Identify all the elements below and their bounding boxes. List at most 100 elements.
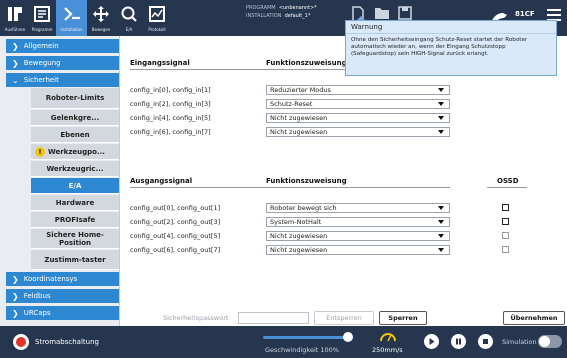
move-tab[interactable]: Bewegen xyxy=(88,0,114,36)
select-value: Nicht zugewiesen xyxy=(270,246,328,254)
sidebar-item-zustimmtaster[interactable]: Zustimm-taster xyxy=(31,250,119,270)
sidebar-item-sichere-home-position[interactable]: Sichere Home-Position xyxy=(31,229,119,249)
play-icon xyxy=(429,338,435,345)
input-signal-label: config_in[6], config_in[7] xyxy=(130,128,211,136)
tool-speed-value: 250mm/s xyxy=(372,346,403,354)
input-signal-label: config_in[0], config_in[1] xyxy=(130,86,211,94)
tooltip-text: Ohne den Sicherheitseingang Schutz-Reset… xyxy=(351,37,528,57)
sidebar: ❯ Allgemein ❯ Bewegung ⌄ Sicherheit Robo… xyxy=(0,36,120,326)
dropdown-arrow-icon xyxy=(438,116,444,120)
select-value: Schutz-Reset xyxy=(270,100,313,108)
input-function-select[interactable]: Nicht zugewiesen xyxy=(266,113,450,123)
sidebar-item-allgemein[interactable]: ❯ Allgemein xyxy=(6,39,119,53)
sidebar-item-label: Bewegung xyxy=(23,59,61,67)
installation-label: INSTALLATION xyxy=(246,13,282,19)
sidebar-item-ea[interactable]: E/A xyxy=(31,178,119,194)
sidebar-item-bewegung[interactable]: ❯ Bewegung xyxy=(6,56,119,70)
log-tab[interactable]: Protokoll xyxy=(144,0,170,36)
select-value: Nicht zugewiesen xyxy=(270,232,328,240)
speed-slider-handle[interactable] xyxy=(343,332,353,342)
io-tab[interactable]: E/A xyxy=(116,0,142,36)
sidebar-item-hardware[interactable]: Hardware xyxy=(31,195,119,211)
program-label: PROGRAMM xyxy=(246,5,276,11)
chevron-right-icon: ❯ xyxy=(12,308,19,318)
input-function-header: Funktionszuweisung xyxy=(266,59,347,67)
sidebar-item-label: Sicherheit xyxy=(23,76,59,84)
output-function-select[interactable]: Roboter bewegt sich xyxy=(266,203,450,213)
chevron-down-icon: ⌄ xyxy=(12,75,19,85)
io-icon xyxy=(118,3,140,25)
step-icon xyxy=(456,338,461,345)
output-function-select[interactable]: System-NotHalt xyxy=(266,217,450,227)
lock-button[interactable]: Sperren xyxy=(379,311,427,325)
warning-tooltip: Warnung Ohne den Sicherheitseingang Schu… xyxy=(345,16,557,76)
unlock-button[interactable]: Entsperren xyxy=(314,311,374,325)
input-function-select[interactable]: Schutz-Reset xyxy=(266,99,450,109)
password-input[interactable] xyxy=(238,312,309,324)
sidebar-item-feldbus[interactable]: ❯ Feldbus xyxy=(6,289,119,303)
sidebar-item-label: PROFIsafe xyxy=(54,215,96,224)
ossd-checkbox[interactable] xyxy=(502,204,509,211)
run-tab[interactable]: Ausführen xyxy=(2,0,28,36)
password-label: Sicherheitspasswort xyxy=(163,314,229,322)
sidebar-item-sicherheit[interactable]: ⌄ Sicherheit xyxy=(6,73,119,87)
sidebar-item-label: Roboter-Limits xyxy=(45,94,105,102)
log-tab-label: Protokoll xyxy=(148,27,166,32)
stop-icon xyxy=(483,339,488,344)
sidebar-item-label: Werkzeugpo... xyxy=(48,147,105,156)
installation-tab[interactable]: Installation xyxy=(56,0,87,36)
sidebar-item-roboter-limits[interactable]: Roboter-Limits xyxy=(31,88,119,109)
sidebar-item-werkzeugposition[interactable]: ! Werkzeugpo... xyxy=(31,144,119,160)
input-signal-header: Eingangssignal xyxy=(130,59,190,67)
sidebar-item-gelenkgrenzen[interactable]: Gelenkgre... xyxy=(31,110,119,126)
footer: Stromabschaltung Geschwindigkeit 100% 25… xyxy=(0,326,567,358)
output-function-select[interactable]: Nicht zugewiesen xyxy=(266,245,450,255)
dropdown-arrow-icon xyxy=(438,220,444,224)
ossd-checkbox[interactable] xyxy=(502,232,509,239)
run-icon xyxy=(4,3,26,25)
dropdown-arrow-icon xyxy=(438,102,444,106)
tooltip-pointer xyxy=(356,16,366,21)
sidebar-item-profisafe[interactable]: PROFIsafe xyxy=(31,212,119,228)
select-value: Nicht zugewiesen xyxy=(270,114,328,122)
output-function-select[interactable]: Nicht zugewiesen xyxy=(266,231,450,241)
installation-icon xyxy=(61,3,83,25)
robot-id: 81CF xyxy=(515,10,535,18)
speed-slider[interactable] xyxy=(263,336,349,339)
output-signal-label: config_out[2], config_out[3] xyxy=(130,218,221,226)
sidebar-item-label: Werkzeugric... xyxy=(46,164,104,173)
sidebar-item-urcaps[interactable]: ❯ URCaps xyxy=(6,306,119,320)
output-signal-label: config_out[0], config_out[1] xyxy=(130,204,221,212)
select-value: Roboter bewegt sich xyxy=(270,204,337,212)
play-button[interactable] xyxy=(424,334,439,349)
program-icon xyxy=(31,3,53,25)
sidebar-item-label: URCaps xyxy=(23,309,51,317)
step-button[interactable] xyxy=(451,334,466,349)
warning-icon: ! xyxy=(35,146,45,157)
input-signal-label: config_in[4], config_in[5] xyxy=(130,114,211,122)
sidebar-item-label: Ebenen xyxy=(60,130,90,139)
installation-value: default_1* xyxy=(284,13,311,19)
sidebar-item-koordinatensysteme[interactable]: ❯ Koordinatensys xyxy=(6,272,119,286)
sidebar-item-ebenen[interactable]: Ebenen xyxy=(31,127,119,143)
program-tab[interactable]: Programm xyxy=(29,0,55,36)
sidebar-item-label: Gelenkgre... xyxy=(50,113,100,122)
sidebar-item-werkzeugrichtung[interactable]: Werkzeugric... xyxy=(31,161,119,177)
sidebar-item-label: Koordinatensys xyxy=(23,275,78,283)
ossd-header-divider xyxy=(487,187,527,188)
chevron-right-icon: ❯ xyxy=(12,58,19,68)
input-function-select[interactable]: Nicht zugewiesen xyxy=(266,127,450,137)
power-button[interactable] xyxy=(13,334,29,350)
apply-button[interactable]: Übernehmen xyxy=(503,311,565,325)
simulation-toggle[interactable] xyxy=(538,335,562,348)
ossd-checkbox[interactable] xyxy=(502,246,509,253)
select-value: Reduzierter Modus xyxy=(270,86,331,94)
output-signal-label: config_out[6], config_out[7] xyxy=(130,246,221,254)
sidebar-item-label: Feldbus xyxy=(23,292,51,300)
input-signal-label: config_in[2], config_in[3] xyxy=(130,100,211,108)
main-panel: Eingangssignal Funktionszuweisung config… xyxy=(121,36,567,326)
stop-button[interactable] xyxy=(478,334,493,349)
input-function-select[interactable]: Reduzierter Modus xyxy=(266,85,450,95)
ossd-checkbox[interactable] xyxy=(502,218,509,225)
ossd-header: OSSD xyxy=(497,177,519,185)
